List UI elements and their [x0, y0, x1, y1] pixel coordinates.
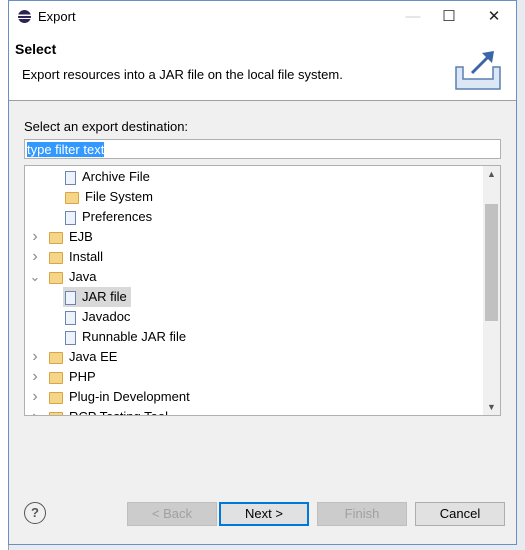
- folder-icon: [49, 251, 63, 264]
- scrollbar-thumb[interactable]: [485, 204, 498, 321]
- chevron-right-icon[interactable]: ›: [29, 247, 41, 267]
- archive-file-icon: [65, 170, 76, 185]
- scroll-up-icon[interactable]: ▲: [483, 169, 500, 179]
- tree-item-label: EJB: [69, 229, 93, 244]
- destination-label: Select an export destination:: [24, 119, 189, 134]
- page-description: Export resources into a JAR file on the …: [22, 67, 343, 82]
- tree-scrollbar[interactable]: ▲ ▼: [483, 166, 500, 415]
- tree-item[interactable]: › Install: [29, 247, 107, 267]
- tree-item[interactable]: › Plug-in Development: [29, 387, 194, 407]
- tree-item-label: Install: [69, 249, 103, 264]
- chevron-down-icon[interactable]: ⌄: [29, 267, 41, 287]
- close-button[interactable]: ✕: [474, 5, 514, 29]
- tree-item-label: PHP: [69, 369, 96, 384]
- destination-tree[interactable]: ▲ ▼ Archive File File System Preferences › E…: [24, 165, 501, 416]
- export-dialog: Export — ☐ ✕ Select Export resources int…: [8, 0, 517, 545]
- tree-item[interactable]: ⌄ Java: [29, 267, 100, 287]
- finish-button[interactable]: Finish: [317, 502, 407, 526]
- tree-item[interactable]: › PHP: [29, 367, 100, 387]
- tree-item[interactable]: › EJB: [29, 227, 97, 247]
- chevron-right-icon[interactable]: ›: [29, 387, 41, 407]
- folder-icon: [49, 271, 63, 284]
- tree-item-label: RCP Testing Tool: [69, 409, 168, 415]
- tree-item[interactable]: Javadoc: [65, 307, 134, 327]
- tree-item[interactable]: › Java EE: [29, 347, 121, 367]
- chevron-right-icon[interactable]: ›: [29, 407, 41, 415]
- next-button[interactable]: Next >: [219, 502, 309, 526]
- export-wizard-icon: [455, 51, 501, 90]
- preferences-icon: [65, 210, 76, 225]
- jar-icon: [65, 290, 76, 305]
- javadoc-icon: [65, 310, 76, 325]
- tree-item[interactable]: Archive File: [65, 167, 154, 187]
- runnable-jar-icon: [65, 330, 76, 345]
- folder-icon: [49, 371, 63, 384]
- chevron-right-icon[interactable]: ›: [29, 367, 41, 387]
- tree-item[interactable]: Preferences: [65, 207, 156, 227]
- chevron-right-icon[interactable]: ›: [29, 347, 41, 367]
- folder-icon: [65, 191, 79, 204]
- help-button[interactable]: ?: [24, 502, 46, 524]
- folder-icon: [49, 351, 63, 364]
- tree-item-label: Javadoc: [82, 309, 131, 324]
- filter-input[interactable]: type filter text: [24, 139, 501, 159]
- minimize-button[interactable]: —: [393, 5, 433, 29]
- cancel-button[interactable]: Cancel: [415, 502, 505, 526]
- window-title: Export: [38, 9, 76, 24]
- tree-item[interactable]: › RCP Testing Tool: [29, 407, 172, 415]
- folder-icon: [49, 231, 63, 244]
- tree-item-label: Java: [69, 269, 97, 284]
- tree-item[interactable]: File System: [65, 187, 157, 207]
- maximize-button[interactable]: ☐: [429, 5, 469, 29]
- back-button[interactable]: < Back: [127, 502, 217, 526]
- title-bar: Export — ☐ ✕: [9, 1, 516, 33]
- tree-item[interactable]: JAR file: [63, 287, 131, 307]
- tree-item-label: Preferences: [82, 209, 153, 224]
- filter-text: type filter text: [27, 142, 105, 157]
- tree-item-label: Plug-in Development: [69, 389, 190, 404]
- tree-item-label: Java EE: [69, 349, 118, 364]
- wizard-header: Select Export resources into a JAR file …: [9, 33, 516, 101]
- tree-item-label: Archive File: [82, 169, 150, 184]
- tree-item-label: JAR file: [82, 289, 127, 304]
- tree-item[interactable]: Runnable JAR file: [65, 327, 190, 347]
- page-title: Select: [15, 41, 57, 57]
- folder-icon: [49, 391, 63, 404]
- tree-item-label: Runnable JAR file: [82, 329, 187, 344]
- folder-icon: [49, 411, 63, 415]
- eclipse-icon: [18, 10, 31, 23]
- chevron-right-icon[interactable]: ›: [29, 227, 41, 247]
- scroll-down-icon[interactable]: ▼: [483, 402, 500, 412]
- tree-item-label: File System: [85, 189, 153, 204]
